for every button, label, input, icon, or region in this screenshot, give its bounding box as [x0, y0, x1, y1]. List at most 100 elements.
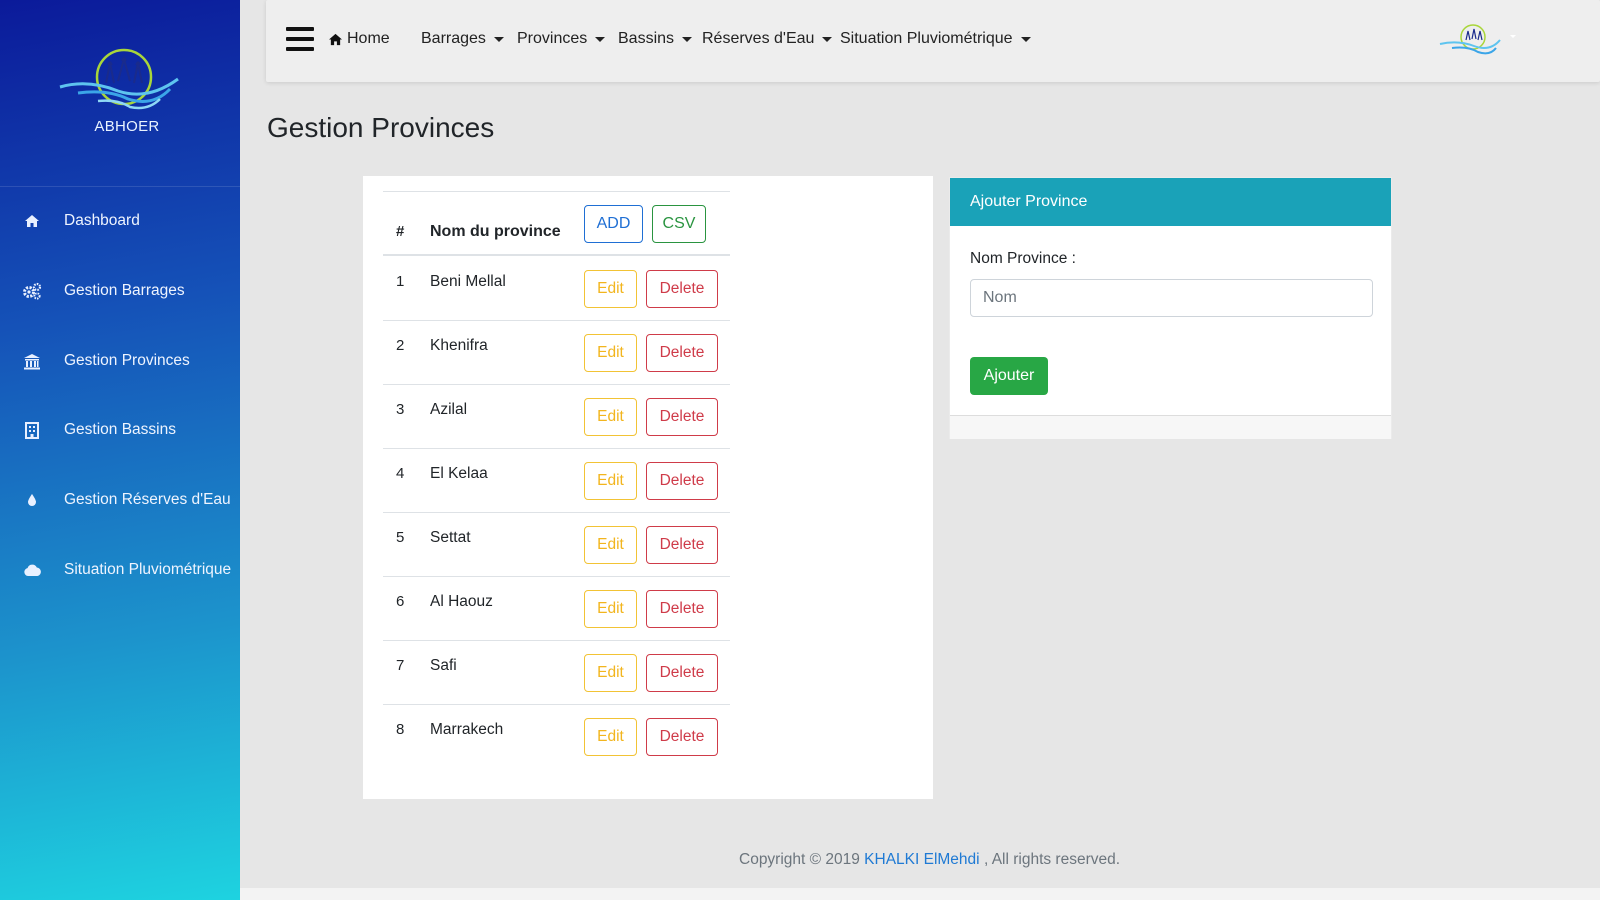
edit-button[interactable]: Edit — [584, 526, 637, 564]
delete-button[interactable]: Delete — [646, 590, 718, 628]
cogs-icon — [22, 281, 42, 301]
nav-menu-label: Réserves d'Eau — [702, 30, 815, 47]
province-name-input[interactable] — [970, 279, 1373, 317]
add-province-title: Ajouter Province — [950, 178, 1391, 226]
row-province-name: Al Haouz — [430, 593, 493, 610]
add-button[interactable]: ADD — [584, 205, 643, 243]
page-title: Gestion Provinces — [267, 112, 495, 143]
caret-down-icon — [1020, 36, 1031, 42]
edit-button[interactable]: Edit — [584, 590, 637, 628]
caret-down-icon — [595, 36, 606, 42]
nav-menu-label: Barrages — [421, 30, 486, 47]
abhoer-logo-icon — [1439, 24, 1516, 55]
bank-icon — [22, 351, 42, 371]
header-num: # — [396, 223, 405, 240]
row-province-name: Marrakech — [430, 721, 504, 738]
edit-button[interactable]: Edit — [584, 462, 637, 500]
table-row: 2 Khenifra Edit Delete — [383, 321, 730, 385]
cloud-icon — [22, 560, 42, 580]
author-link[interactable]: KHALKI ElMehdi — [864, 851, 979, 868]
row-num: 7 — [396, 657, 405, 674]
caret-down-icon — [682, 36, 693, 42]
home-icon — [22, 211, 42, 231]
nav-menu-provinces[interactable]: Provinces — [517, 30, 606, 48]
row-province-name: Azilal — [430, 401, 468, 418]
row-province-name: Beni Mellal — [430, 273, 506, 290]
caret-down-icon — [493, 36, 504, 42]
header-name: Nom du province — [430, 223, 561, 240]
row-province-name: El Kelaa — [430, 465, 488, 482]
sidebar-divider — [0, 186, 240, 187]
sidebar: ABHOER Dashboard Gestion Barrages Gestio… — [0, 0, 240, 900]
edit-button[interactable]: Edit — [584, 270, 637, 308]
building-icon — [22, 420, 42, 440]
card-footer — [950, 415, 1391, 439]
sidebar-item-situation-pluviometrique[interactable]: Situation Pluviométrique — [0, 550, 240, 590]
delete-button[interactable]: Delete — [646, 526, 718, 564]
row-num: 4 — [396, 465, 405, 482]
rights-text: , All rights reserved. — [983, 851, 1121, 868]
csv-button[interactable]: CSV — [652, 205, 706, 243]
sidebar-item-label: Gestion Provinces — [64, 352, 190, 369]
table-row: 8 Marrakech Edit Delete — [383, 705, 730, 769]
nav-home-label: Home — [347, 30, 390, 47]
nav-menu-reserves[interactable]: Réserves d'Eau — [702, 30, 833, 48]
table-row: 1 Beni Mellal Edit Delete — [383, 257, 730, 321]
table-row: 4 El Kelaa Edit Delete — [383, 449, 730, 513]
table-row: 7 Safi Edit Delete — [383, 641, 730, 705]
brand[interactable]: ABHOER — [0, 40, 240, 150]
row-num: 6 — [396, 593, 405, 610]
delete-button[interactable]: Delete — [646, 654, 718, 692]
nav-menu-label: Situation Pluviométrique — [840, 30, 1013, 47]
sidebar-item-gestion-provinces[interactable]: Gestion Provinces — [0, 341, 240, 381]
sidebar-item-label: Dashboard — [64, 212, 140, 229]
edit-button[interactable]: Edit — [584, 334, 637, 372]
sidebar-item-gestion-barrages[interactable]: Gestion Barrages — [0, 271, 240, 311]
delete-button[interactable]: Delete — [646, 334, 718, 372]
table-header-row: # Nom du province ADD CSV — [383, 192, 730, 256]
edit-button[interactable]: Edit — [584, 718, 637, 756]
row-num: 1 — [396, 273, 405, 290]
add-province-card: Ajouter Province Nom Province : Ajouter — [949, 177, 1392, 439]
sidebar-item-gestion-reserves[interactable]: Gestion Réserves d'Eau — [0, 480, 240, 520]
bottom-strip — [240, 888, 1600, 900]
copyright-text: Copyright © 2019 — [739, 851, 860, 868]
home-icon — [328, 33, 343, 46]
sidebar-item-dashboard[interactable]: Dashboard — [0, 201, 240, 241]
row-num: 3 — [396, 401, 405, 418]
table-row: 5 Settat Edit Delete — [383, 513, 730, 577]
nav-menu-bassins[interactable]: Bassins — [618, 30, 693, 48]
hamburger-menu-icon[interactable] — [286, 27, 314, 51]
delete-button[interactable]: Delete — [646, 398, 718, 436]
nav-menu-label: Bassins — [618, 30, 675, 47]
row-province-name: Khenifra — [430, 337, 488, 354]
abhoer-logo-icon — [59, 48, 179, 110]
user-logo-dropdown[interactable] — [1438, 22, 1518, 63]
sidebar-item-gestion-bassins[interactable]: Gestion Bassins — [0, 410, 240, 450]
brand-name: ABHOER — [94, 118, 160, 135]
row-province-name: Safi — [430, 657, 457, 674]
sidebar-item-label: Situation Pluviométrique — [64, 561, 232, 578]
nav-menu-situation[interactable]: Situation Pluviométrique — [840, 30, 1031, 48]
caret-down-icon — [822, 36, 833, 42]
province-name-label: Nom Province : — [970, 250, 1076, 267]
row-num: 2 — [396, 337, 405, 354]
delete-button[interactable]: Delete — [646, 270, 718, 308]
ajouter-button[interactable]: Ajouter — [970, 357, 1048, 395]
edit-button[interactable]: Edit — [584, 654, 637, 692]
row-num: 5 — [396, 529, 405, 546]
nav-home-link[interactable]: Home — [328, 30, 390, 48]
delete-button[interactable]: Delete — [646, 718, 718, 756]
row-province-name: Settat — [430, 529, 471, 546]
sidebar-item-label: Gestion Barrages — [64, 282, 185, 299]
sidebar-item-label: Gestion Réserves d'Eau — [64, 491, 231, 508]
delete-button[interactable]: Delete — [646, 462, 718, 500]
nav-menu-label: Provinces — [517, 30, 588, 47]
nav-menu-barrages[interactable]: Barrages — [421, 30, 504, 48]
top-navbar: Home Barrages Provinces Bassins Réserves… — [266, 0, 1600, 82]
edit-button[interactable]: Edit — [584, 398, 637, 436]
sidebar-item-label: Gestion Bassins — [64, 421, 176, 438]
provinces-table-card: # Nom du province ADD CSV 1 Beni Mellal Ed… — [363, 176, 933, 799]
row-num: 8 — [396, 721, 405, 738]
table-row: 3 Azilal Edit Delete — [383, 385, 730, 449]
